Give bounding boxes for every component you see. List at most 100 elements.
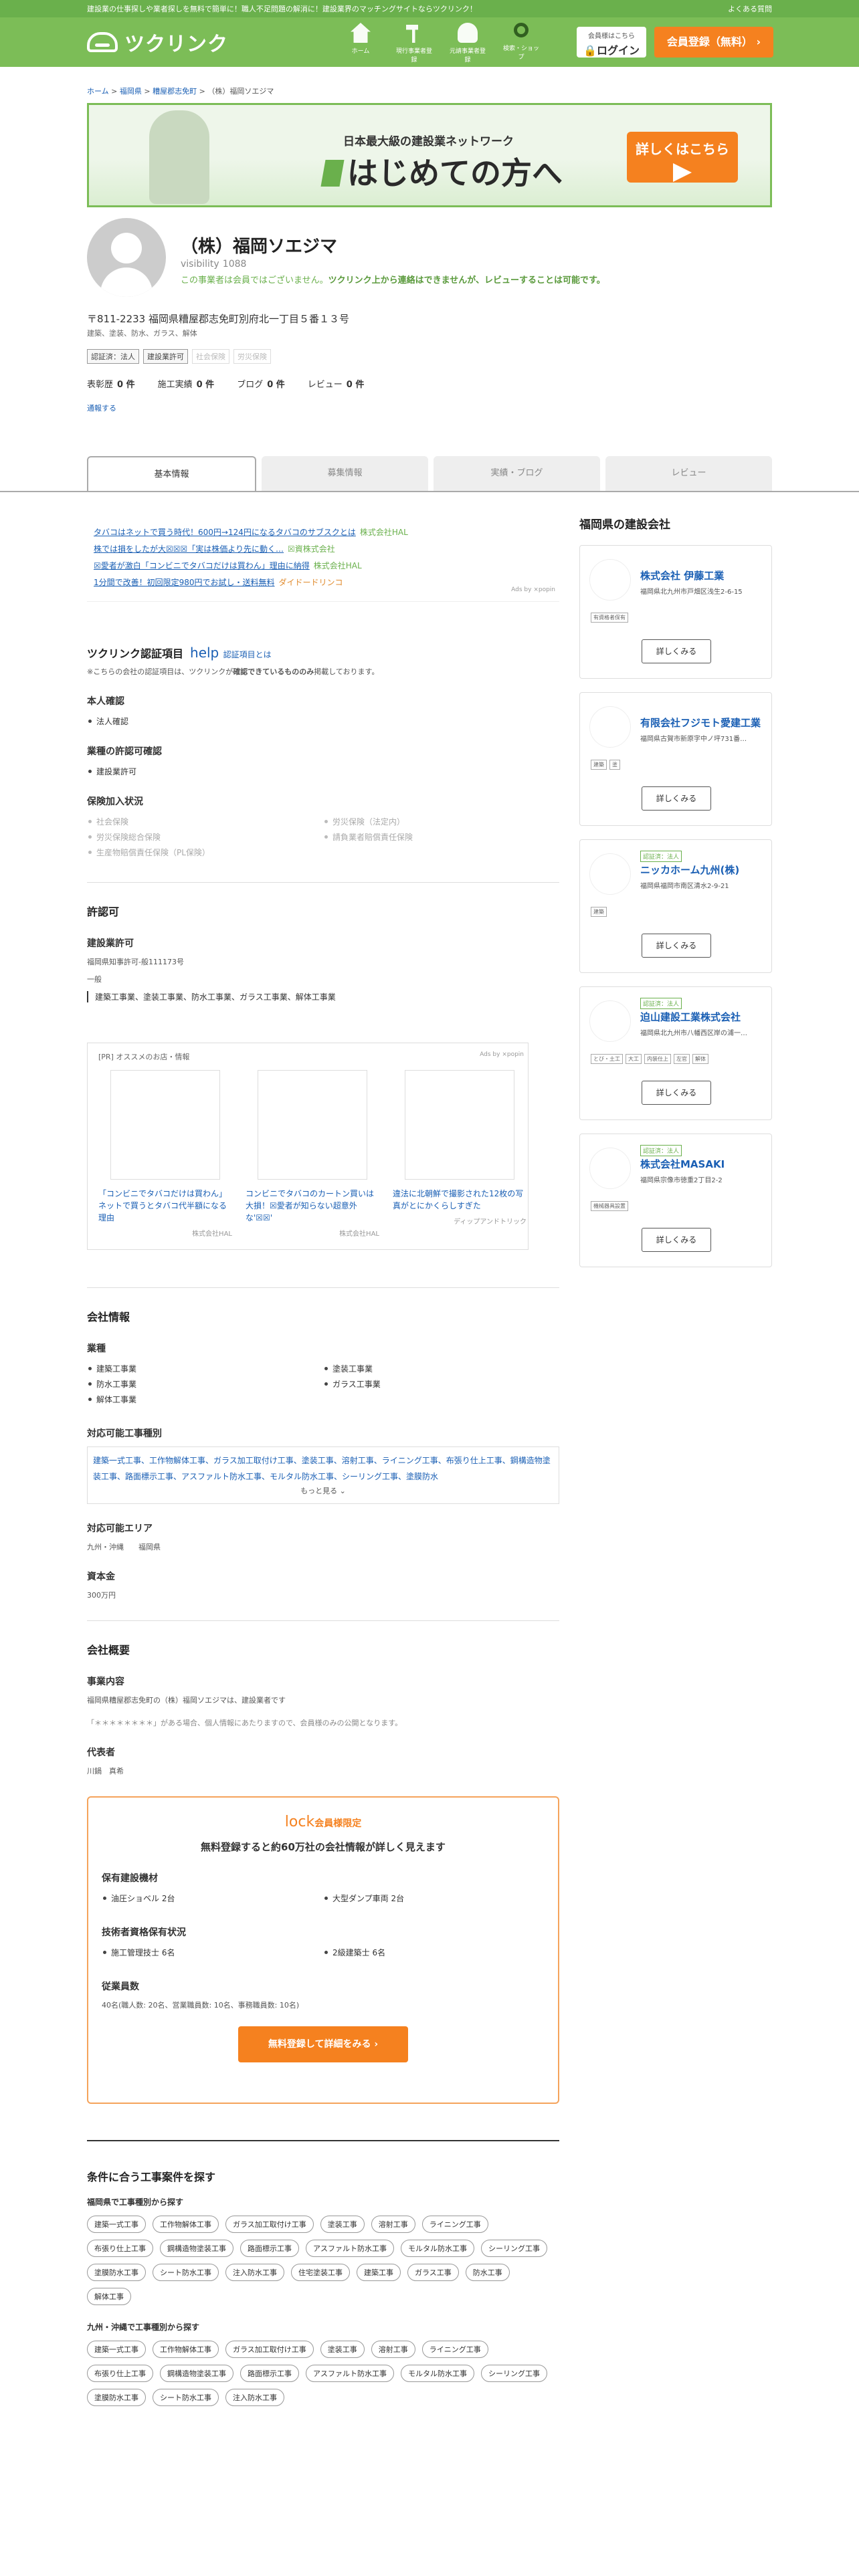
- company-card-address: 福岡県古賀市新原字中ノ坪731番…: [640, 736, 747, 743]
- signup-button[interactable]: 会員登録（無料） ›: [654, 27, 773, 58]
- help-link[interactable]: help 認証項目とは: [190, 645, 272, 661]
- qualifications-heading: 技術者資格保有状況: [102, 1927, 186, 1938]
- stat-blog[interactable]: ブログ 0 件: [237, 377, 285, 390]
- work-type-chip[interactable]: 塗装工事: [320, 2341, 365, 2358]
- work-type-chip[interactable]: アスファルト防水工事: [306, 2240, 394, 2257]
- detail-button[interactable]: 詳しくみる: [642, 934, 711, 958]
- work-type-chip[interactable]: ガラス工事: [407, 2264, 459, 2281]
- work-type-chip[interactable]: 塗膜防水工事: [87, 2264, 146, 2281]
- logo[interactable]: ツクリンク: [87, 27, 228, 57]
- work-type-chip[interactable]: 建築一式工事: [87, 2216, 146, 2233]
- work-type-chip[interactable]: ライニング工事: [421, 2216, 488, 2233]
- login-button[interactable]: 会員様はこちら 🔒ログイン: [577, 27, 646, 58]
- ad-link[interactable]: タバコはネットで買う時代！600円→124円になるタバコのサブスクとは 株式会社H…: [94, 524, 553, 541]
- company-card-name[interactable]: 有限会社フジモト愛建工業: [640, 717, 765, 730]
- work-type-chip[interactable]: 路面標示工事: [240, 2240, 299, 2257]
- work-type-chip[interactable]: 溶射工事: [371, 2216, 415, 2233]
- list-item: 請負業者賠償責任保険: [323, 831, 559, 843]
- tab-basic-info[interactable]: 基本情報: [87, 456, 256, 491]
- works-links[interactable]: 建築一式工事、工作物解体工事、ガラス加工取付け工事、塗装工事、溶射工事、ライニン…: [93, 1456, 551, 1481]
- trade-tag: 解体: [692, 1054, 708, 1064]
- report-link[interactable]: 通報する: [87, 403, 116, 413]
- company-card[interactable]: 有限会社フジモト愛建工業福岡県古賀市新原字中ノ坪731番… 建築塗詳しくみる: [579, 692, 772, 826]
- work-type-chip[interactable]: 工作物解体工事: [153, 2216, 219, 2233]
- work-type-chip[interactable]: 布張り仕上工事: [87, 2365, 153, 2382]
- work-type-chip[interactable]: ガラス加工取付け工事: [225, 2341, 314, 2358]
- tab-divider: [0, 491, 859, 492]
- detail-button[interactable]: 詳しくみる: [642, 1081, 711, 1105]
- biz-value: 福岡県糟屋郡志免町の（株）福岡ソエジマは、建設業者です: [87, 1696, 286, 1705]
- list-item: 塗装工事業: [323, 1363, 559, 1374]
- company-card-name[interactable]: ニッカホーム九州(株): [640, 864, 765, 877]
- ad-link[interactable]: 株では損をしたが大☒☒☒「実は株価より先に動く… ☒資株式会社: [94, 541, 553, 558]
- nav-contractor-register[interactable]: 現行事業者登録: [393, 23, 435, 64]
- company-address: 〒811-2233 福岡県糟屋郡志免町別府北一丁目５番１３号: [87, 313, 349, 325]
- company-card-name[interactable]: 株式会社 伊藤工業: [640, 570, 765, 582]
- members-only-title: lock会員様限定: [284, 1814, 362, 1830]
- work-type-chip[interactable]: 防水工事: [465, 2264, 510, 2281]
- company-card-tags: 建築塗: [591, 760, 620, 770]
- work-type-chip[interactable]: ガラス加工取付け工事: [225, 2216, 314, 2233]
- breadcrumb-pref[interactable]: 福岡県: [120, 87, 142, 96]
- stat-works[interactable]: 施工実績 0 件: [158, 377, 215, 390]
- work-type-chip[interactable]: モルタル防水工事: [401, 2365, 474, 2382]
- company-card-address: 福岡県福岡市南区清水2-9-21: [640, 883, 729, 890]
- list-item: 建設業許可: [87, 766, 559, 777]
- company-card-name[interactable]: 迫山建設工業株式会社: [640, 1011, 765, 1024]
- work-type-chip[interactable]: モルタル防水工事: [401, 2240, 474, 2257]
- work-type-chip[interactable]: 解体工事: [87, 2288, 131, 2305]
- insurance-list: 社会保険 労災保険（法定内） 労災保険総合保険 請負業者賠償責任保険 生産物賠償…: [87, 816, 559, 862]
- industries-list: 建築工事業 塗装工事業 防水工事業 ガラス工事業 解体工事業: [87, 1363, 559, 1409]
- work-type-chip[interactable]: 建築一式工事: [87, 2341, 146, 2358]
- breadcrumb-city[interactable]: 糟屋郡志免町: [153, 87, 197, 96]
- work-type-chip[interactable]: シート防水工事: [153, 2389, 219, 2406]
- stat-awards[interactable]: 表彰歴 0 件: [87, 377, 135, 390]
- work-type-chip[interactable]: アスファルト防水工事: [306, 2365, 394, 2382]
- show-more-button[interactable]: もっと見る ⌄: [88, 1483, 559, 1499]
- work-type-chip[interactable]: 建築工事: [357, 2264, 401, 2281]
- tab-works-blog[interactable]: 実績・ブログ: [434, 456, 600, 491]
- work-type-chip[interactable]: シーリング工事: [481, 2240, 547, 2257]
- pr-item[interactable]: 「コンビニでタバコだけは買わん」ネットで買うとタバコ代半額になる理由 株式会社HA…: [98, 1070, 232, 1238]
- beginner-banner[interactable]: 日本最大級の建設業ネットワーク はじめての方へ 詳しくはこちら: [87, 103, 772, 207]
- detail-button[interactable]: 詳しくみる: [642, 786, 711, 811]
- company-card[interactable]: 認証済：法人 株式会社MASAKI 福岡県宗像市徳重2丁目2-2 機械器具設置 詳しくみ…: [579, 1134, 772, 1267]
- work-type-chip[interactable]: 注入防水工事: [225, 2264, 284, 2281]
- company-card[interactable]: 株式会社 伊藤工業 福岡県北九州市戸畑区浅生2-6-15 有資格者保有 詳しくみる: [579, 545, 772, 679]
- work-type-chip[interactable]: 塗装工事: [320, 2216, 365, 2233]
- list-item: 解体工事業: [87, 1394, 323, 1405]
- work-type-chip[interactable]: 路面標示工事: [240, 2365, 299, 2382]
- ad-link[interactable]: ☒愛者が激白「コンビニでタバコだけは買わん」理由に納得 株式会社HAL: [94, 558, 553, 574]
- work-type-chip[interactable]: シーリング工事: [481, 2365, 547, 2382]
- register-detail-button[interactable]: 無料登録して詳細をみる ›: [238, 2026, 408, 2062]
- work-type-chip[interactable]: 溶射工事: [371, 2341, 415, 2358]
- work-type-chip[interactable]: 布張り仕上工事: [87, 2240, 153, 2257]
- work-type-chip[interactable]: 鋼構造物塗装工事: [160, 2240, 233, 2257]
- nav-prime-register[interactable]: 元請事業者登録: [447, 23, 488, 64]
- company-card[interactable]: 認証済：法人 ニッカホーム九州(株) 福岡県福岡市南区清水2-9-21 建築 詳しくみる: [579, 839, 772, 973]
- work-type-chip[interactable]: 注入防水工事: [225, 2389, 284, 2406]
- work-type-chip[interactable]: シート防水工事: [153, 2264, 219, 2281]
- company-card-name[interactable]: 株式会社MASAKI: [640, 1158, 765, 1171]
- banner-cta-button[interactable]: 詳しくはこちら: [627, 132, 738, 183]
- ad-link[interactable]: 1分間で改善！初回限定980円でお試し・送料無料 ダイドードリンコ: [94, 574, 553, 591]
- breadcrumb-home[interactable]: ホーム: [87, 87, 109, 96]
- work-type-chip[interactable]: 住宅塗装工事: [291, 2264, 350, 2281]
- list-item: 建築工事業: [87, 1363, 323, 1374]
- work-type-chip[interactable]: 工作物解体工事: [153, 2341, 219, 2358]
- tab-reviews[interactable]: レビュー: [605, 456, 772, 491]
- detail-button[interactable]: 詳しくみる: [642, 1228, 711, 1252]
- pr-item[interactable]: コンビニでタバコのカートン買いは大損！☒愛者が知らない超意外な'☒☒' 株式会社H…: [246, 1070, 379, 1238]
- permit-sub: 建設業許可: [87, 938, 134, 949]
- faq-link[interactable]: よくある質問: [728, 3, 772, 14]
- nav-home[interactable]: ホーム: [340, 23, 381, 64]
- tab-recruit[interactable]: 募集情報: [262, 456, 428, 491]
- nav-search[interactable]: 検索・ショップ: [500, 23, 542, 64]
- detail-button[interactable]: 詳しくみる: [642, 639, 711, 663]
- work-type-chip[interactable]: ライニング工事: [421, 2341, 488, 2358]
- work-type-chip[interactable]: 塗膜防水工事: [87, 2389, 146, 2406]
- stat-reviews[interactable]: レビュー 0 件: [308, 377, 365, 390]
- pr-item[interactable]: 違法に北朝鮮で撮影された12枚の写真がとにかくらしすぎた ディップアンドトリック: [393, 1070, 527, 1238]
- work-type-chip[interactable]: 鋼構造物塗装工事: [160, 2365, 233, 2382]
- company-card[interactable]: 認証済：法人 迫山建設工業株式会社 福岡県北九州市八幡西区岸の浦一… とび・土工 大工内…: [579, 986, 772, 1120]
